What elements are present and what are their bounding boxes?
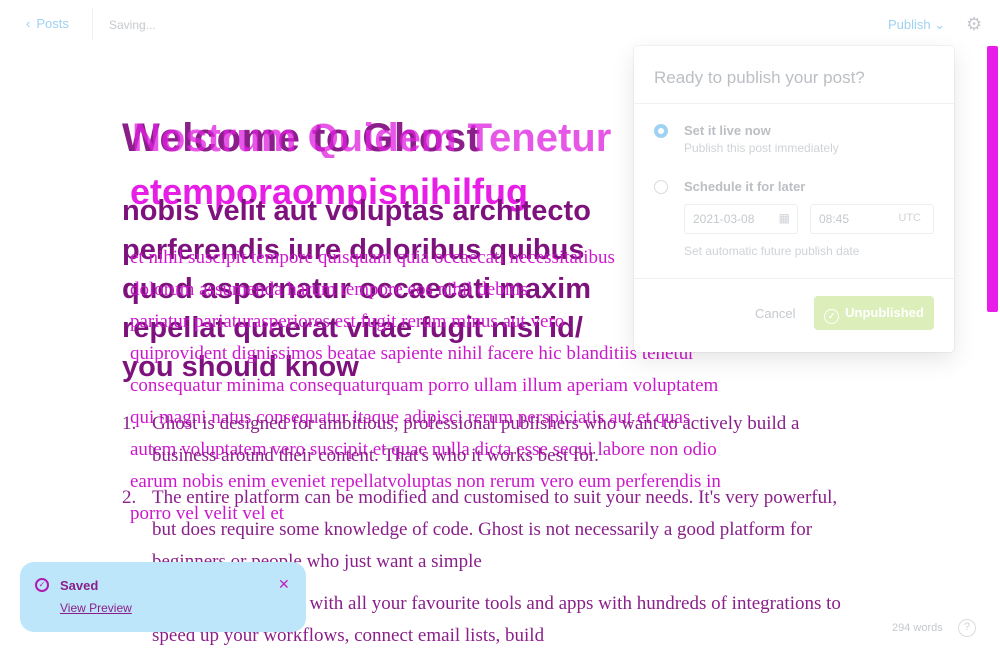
- gear-icon[interactable]: ⚙: [966, 14, 986, 34]
- header-divider: [92, 8, 93, 40]
- unpublished-button[interactable]: ✓ Unpublished: [814, 296, 934, 330]
- schedule-hint: Set automatic future publish date: [684, 244, 860, 258]
- post-title-overlay: Nostrum Quidem Tenetur: [132, 118, 612, 158]
- check-circle-icon: ✓: [35, 578, 49, 592]
- list-text: Ghost is designed for ambitious, profess…: [152, 413, 800, 466]
- back-label: Posts: [36, 16, 69, 31]
- timezone-label: UTC: [898, 212, 921, 224]
- unpublished-label: Unpublished: [845, 305, 924, 320]
- word-count: 294 words: [892, 622, 943, 634]
- publish-dropdown-title: Ready to publish your post?: [654, 68, 865, 87]
- publish-label: Publish: [888, 17, 931, 32]
- cancel-button[interactable]: Cancel: [755, 306, 795, 321]
- radio-unselected-icon[interactable]: [654, 180, 668, 194]
- saved-notification: ✓ Saved View Preview ✕: [20, 562, 306, 632]
- back-to-posts-link[interactable]: ‹ Posts: [26, 16, 69, 31]
- chevron-down-icon: ⌄: [934, 17, 946, 32]
- time-value: 08:45: [819, 212, 850, 226]
- schedule-label: Schedule it for later: [684, 179, 806, 194]
- save-status: Saving...: [109, 18, 156, 32]
- check-circle-icon: ✓: [824, 309, 840, 324]
- divider: [634, 103, 954, 104]
- list-number: 1.: [122, 413, 137, 434]
- calendar-icon[interactable]: ▦: [779, 211, 790, 225]
- chevron-left-icon: ‹: [26, 16, 31, 31]
- close-icon[interactable]: ✕: [278, 576, 290, 593]
- radio-selected-icon[interactable]: [654, 124, 668, 138]
- publish-now-label: Set it live now: [684, 123, 771, 138]
- date-value: 2021-03-08: [693, 212, 755, 226]
- schedule-date-input[interactable]: 2021-03-08 ▦: [684, 204, 798, 234]
- divider: [634, 278, 954, 279]
- editor-header: ‹ Posts Saving... Publish ⌄ ⚙: [0, 0, 1000, 50]
- list-item: 1. Ghost is designed for ambitious, prof…: [122, 408, 842, 472]
- body-line: consequatur minima consequaturquam porro…: [130, 375, 719, 396]
- help-icon[interactable]: ?: [958, 619, 976, 637]
- publish-menu-trigger[interactable]: Publish ⌄: [888, 17, 945, 33]
- scrollbar[interactable]: [987, 46, 998, 312]
- heading-line: nobis velit aut voluptas architecto: [122, 195, 591, 227]
- publish-now-description: Publish this post immediately: [684, 141, 839, 155]
- schedule-time-input[interactable]: 08:45 UTC: [810, 204, 934, 234]
- list-text: The entire platform can be modified and …: [152, 487, 838, 572]
- list-number: 2.: [122, 487, 137, 508]
- view-preview-link[interactable]: View Preview: [60, 601, 132, 615]
- notification-title: Saved: [60, 578, 99, 593]
- publish-dropdown: Ready to publish your post? Set it live …: [634, 46, 954, 352]
